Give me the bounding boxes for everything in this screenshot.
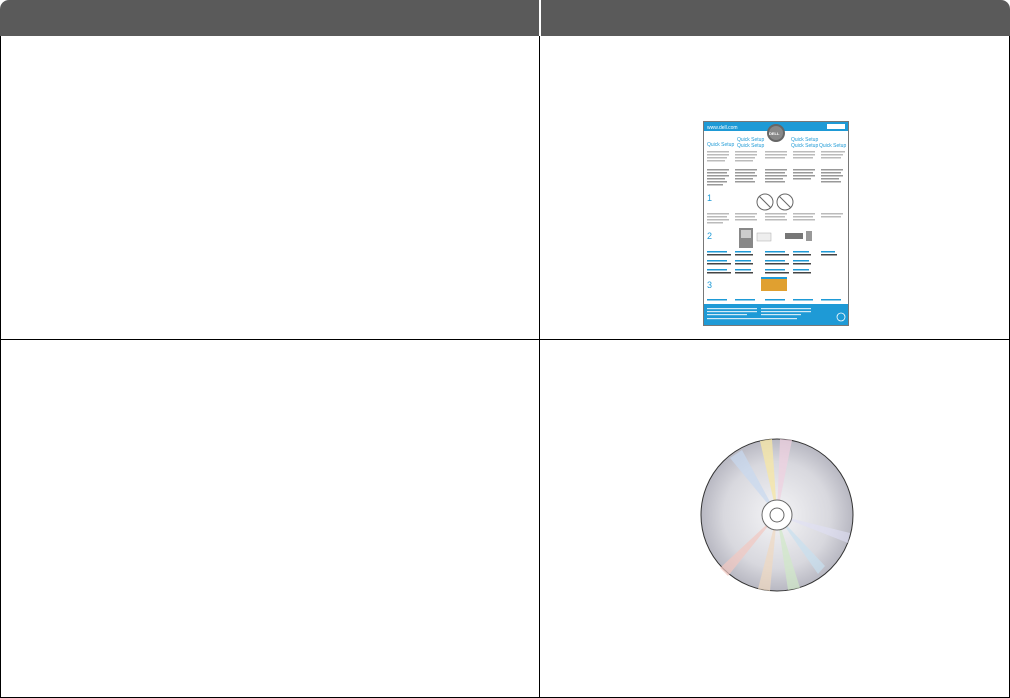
sheet-step-3: 3	[707, 280, 712, 290]
sheet-step-1: 1	[707, 193, 712, 203]
sheet-step-2: 2	[707, 231, 712, 241]
software-cd-image	[700, 438, 854, 592]
quick-setup-sheet-image: www.dell.com DELL Quick Setup Quick Setu…	[703, 121, 849, 326]
sheet-url: www.dell.com	[707, 125, 738, 131]
table-row-2-description	[1, 340, 539, 697]
table-header	[0, 0, 1010, 36]
header-cell-illustration	[541, 0, 1010, 36]
row-2-text	[1, 340, 539, 364]
svg-text:Quick Setup: Quick Setup	[791, 143, 818, 149]
svg-text:Quick Setup: Quick Setup	[737, 143, 764, 149]
table-row-1-description	[1, 37, 539, 339]
header-cell-description	[0, 0, 539, 36]
svg-text:DELL: DELL	[769, 131, 780, 136]
document-table: www.dell.com DELL Quick Setup Quick Setu…	[0, 0, 1010, 698]
sheet-title-left: Quick Setup	[707, 142, 734, 148]
row-1-text	[1, 37, 539, 61]
svg-text:Quick Setup: Quick Setup	[819, 143, 846, 149]
